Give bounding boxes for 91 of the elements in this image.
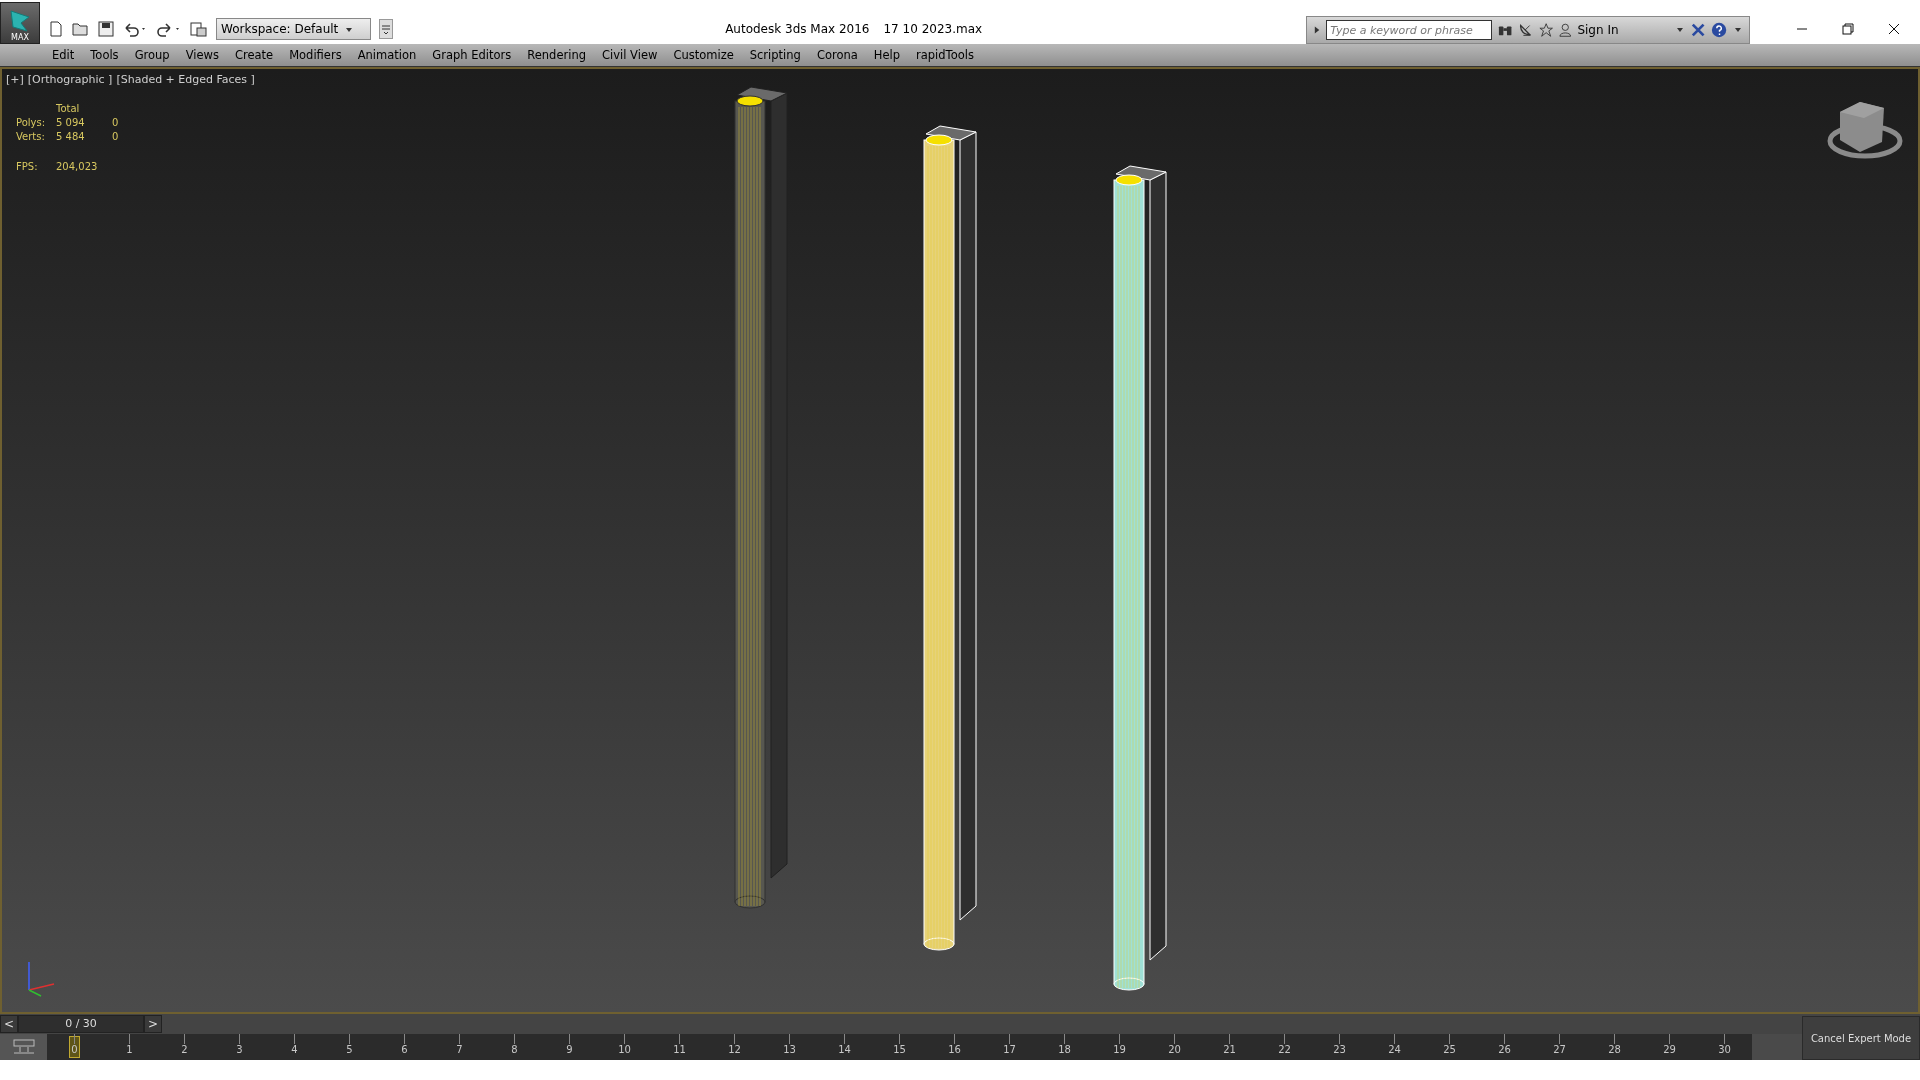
frame-number: 20 — [1168, 1044, 1181, 1055]
menu-item[interactable]: Graph Editors — [432, 48, 512, 62]
sign-in-link[interactable]: Sign In — [1577, 23, 1619, 37]
project-folder-icon[interactable] — [190, 21, 208, 37]
menu-item[interactable]: Help — [873, 48, 901, 62]
frame-number: 19 — [1113, 1044, 1126, 1055]
frame-number: 3 — [236, 1044, 243, 1055]
close-icon[interactable] — [1888, 23, 1900, 35]
menu-item[interactable]: Edit — [52, 48, 75, 62]
viewcube-icon[interactable] — [1827, 102, 1903, 159]
frame-number: 13 — [783, 1044, 796, 1055]
window-title: Autodesk 3ds Max 2016 — [725, 22, 870, 36]
stats-header: Total — [56, 103, 81, 114]
frame-number: 26 — [1498, 1044, 1511, 1055]
user-icon — [1558, 22, 1572, 38]
frame-number: 5 — [346, 1044, 353, 1055]
menu-item[interactable]: Rendering — [527, 48, 586, 62]
frame-number: 16 — [948, 1044, 961, 1055]
current-frame-marker[interactable] — [69, 1036, 80, 1058]
frame-number: 24 — [1388, 1044, 1401, 1055]
frame-number: 15 — [893, 1044, 906, 1055]
menu-item[interactable]: Views — [185, 48, 219, 62]
fps-label: FPS: — [16, 161, 39, 172]
open-folder-icon[interactable] — [72, 21, 90, 37]
redo-icon[interactable] — [156, 21, 182, 37]
new-file-icon[interactable] — [48, 21, 64, 37]
frame-number: 14 — [838, 1044, 851, 1055]
menu-item[interactable]: rapidTools — [916, 48, 974, 62]
frame-number: 28 — [1608, 1044, 1621, 1055]
frame-number: 17 — [1003, 1044, 1016, 1055]
menu-item[interactable]: Animation — [357, 48, 417, 62]
frame-number: 1 — [126, 1044, 133, 1055]
frame-number: 12 — [728, 1044, 741, 1055]
cancel-expert-mode-button[interactable]: Cancel Expert Mode — [1802, 1016, 1920, 1060]
menu-item[interactable]: Corona — [816, 48, 858, 62]
frame-number: 2 — [181, 1044, 188, 1055]
satellite-dish-icon[interactable] — [1518, 22, 1533, 38]
stats-value: 0 — [112, 131, 120, 142]
viewport-label[interactable]: [Orthographic ] — [27, 73, 113, 86]
help-icon[interactable] — [1710, 21, 1727, 39]
logo-label: MAX — [11, 33, 29, 43]
fps-value: 204,023 — [56, 161, 99, 172]
frame-number: 25 — [1443, 1044, 1456, 1055]
frame-number: 4 — [291, 1044, 298, 1055]
stats-label: Polys: — [16, 117, 47, 128]
frame-number: 23 — [1333, 1044, 1346, 1055]
frame-number: 22 — [1278, 1044, 1291, 1055]
app-logo[interactable]: MAX — [0, 2, 40, 44]
x-logo-icon[interactable] — [1690, 22, 1705, 38]
customize-toolbar-icon[interactable] — [379, 19, 394, 39]
workspace-dropdown[interactable]: Workspace: Default — [216, 18, 372, 40]
file-name: 17 10 2023.max — [883, 22, 983, 36]
frame-number: 0 — [71, 1044, 78, 1055]
track-bar[interactable]: 0 1 2 3 4 5 6 7 8 9 10 11 12 13 14 15 16 17 18 19 20 21 22 23 24 25 26 27 28 29 30 — [47, 1034, 1752, 1060]
frame-number: 27 — [1553, 1044, 1566, 1055]
frame-number: 9 — [566, 1044, 573, 1055]
frame-number: 6 — [401, 1044, 408, 1055]
stats-label: Verts: — [16, 131, 46, 142]
frame-number: 30 — [1718, 1044, 1731, 1055]
frame-number: 21 — [1223, 1044, 1236, 1055]
previous-frame-button[interactable]: < — [0, 1015, 18, 1033]
restore-icon[interactable] — [1842, 23, 1854, 35]
frame-number: 8 — [511, 1044, 518, 1055]
frame-number: 29 — [1663, 1044, 1676, 1055]
undo-icon[interactable] — [122, 21, 148, 37]
frame-number: 10 — [618, 1044, 631, 1055]
menu-item[interactable]: Tools — [90, 48, 119, 62]
frame-counter: 0 / 30 — [18, 1015, 144, 1033]
stats-value: 5 484 — [56, 131, 86, 142]
menu-item[interactable]: Modifiers — [289, 48, 342, 62]
stats-value: 0 — [112, 117, 120, 128]
axis-tripod-icon — [28, 961, 55, 997]
frame-number: 7 — [456, 1044, 463, 1055]
stats-value: 5 094 — [56, 117, 86, 128]
menu-item[interactable]: Customize — [673, 48, 734, 62]
frame-number: 18 — [1058, 1044, 1071, 1055]
frame-number: 11 — [673, 1044, 686, 1055]
next-frame-button[interactable]: > — [144, 1015, 162, 1033]
time-slider-thumb[interactable]: < 0 / 30 > — [0, 1015, 162, 1033]
search-field[interactable]: Type a keyword or phrase — [1326, 20, 1492, 40]
menu-item[interactable]: Group — [134, 48, 170, 62]
menu-item[interactable]: Create — [234, 48, 274, 62]
menu-item[interactable]: Civil View — [602, 48, 658, 62]
expand-arrow-icon[interactable] — [1313, 25, 1321, 35]
menu-item[interactable]: Scripting — [749, 48, 801, 62]
viewport-label[interactable]: [Shaded + Edged Faces ] — [116, 73, 255, 86]
save-icon[interactable] — [98, 21, 114, 37]
viewport-label[interactable]: [+] — [6, 73, 24, 86]
time-slider-track[interactable]: < 0 / 30 > — [0, 1014, 1920, 1034]
star-icon[interactable] — [1538, 22, 1553, 38]
logo-icon — [9, 9, 31, 33]
